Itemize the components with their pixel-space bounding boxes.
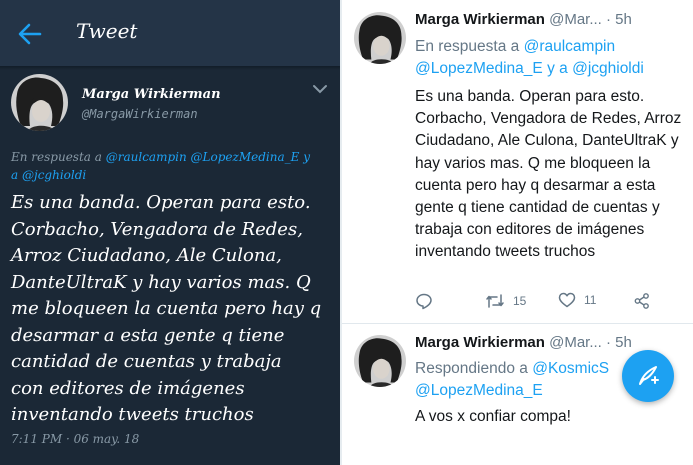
mention-link[interactable]: @LopezMedina_E [415,382,543,399]
chevron-down-icon[interactable] [312,83,328,95]
timeline-tweet[interactable]: Marga Wirkierman @Mar... · 5h En respues… [342,0,693,323]
tweet-body: A vos x confiar compa! [415,408,571,425]
display-name[interactable]: Marga Wirkierman [82,87,221,102]
tweet-header: Marga Wirkierman @Mar... · 5h [415,334,687,351]
compose-button[interactable] [622,350,674,402]
tweet-body: Es una banda. Operan para esto. Corbacho… [11,192,322,425]
mention-link[interactable]: @KosmicS [532,360,609,377]
username-handle[interactable]: @Mar... [549,334,602,351]
reply-joiner: y [303,150,311,164]
reply-context: En respuesta a @raulcampin @LopezMedina_… [415,36,690,80]
reply-prefix: En respuesta a [415,38,520,55]
retweet-button[interactable]: 15 [485,292,526,310]
like-button[interactable]: 11 [558,292,596,308]
mention-link[interactable]: @raulcampin [106,150,187,164]
username-handle[interactable]: @Mar... [549,11,602,28]
retweet-count: 15 [513,294,527,308]
mention-link[interactable]: @jcghioldi [572,60,644,77]
mention-link[interactable]: @jcghioldi [22,168,86,182]
heart-icon [558,292,576,308]
reply-prefix: En respuesta a [11,150,102,164]
page-title: Tweet [76,19,138,43]
tweet-actions: 15 11 [415,292,685,312]
reply-prefix: Respondiendo a [415,360,528,377]
tweet-time: · 5h [606,11,632,28]
reply-joiner: a [11,168,19,182]
share-icon [634,293,649,309]
mention-link[interactable]: @raulcampin [524,38,616,55]
retweet-icon [486,294,504,308]
display-name[interactable]: Marga Wirkierman [415,11,545,28]
display-name[interactable]: Marga Wirkierman [415,334,545,351]
avatar[interactable] [354,335,406,387]
username-handle[interactable]: @MargaWirkierman [82,107,198,121]
tweet-detail-panel: Tweet Marga Wirkierman @MargaWirkierman … [0,0,340,465]
share-button[interactable] [633,292,651,310]
mention-link[interactable]: @LopezMedina_E [191,150,300,164]
reply-icon [416,293,432,310]
avatar[interactable] [11,74,68,131]
mention-link[interactable]: @LopezMedina_E [415,60,543,77]
tweet-header: Marga Wirkierman @Mar... · 5h [415,11,687,28]
top-bar: Tweet [0,0,340,66]
arrow-left-icon[interactable] [14,20,44,48]
header-shadow [0,66,340,70]
compose-icon [639,366,659,385]
tweet-body: Es una banda. Operan para esto. Corbacho… [415,88,682,261]
tweet-timestamp: 7:11 PM · 06 may. 18 [11,432,140,446]
tweet-time: · 5h [606,334,632,351]
avatar[interactable] [354,12,406,64]
reply-button[interactable] [415,292,433,310]
like-count: 11 [584,293,597,307]
reply-context: En respuesta a @raulcampin @LopezMedina_… [11,148,329,184]
reply-joiner: y a [547,60,568,77]
